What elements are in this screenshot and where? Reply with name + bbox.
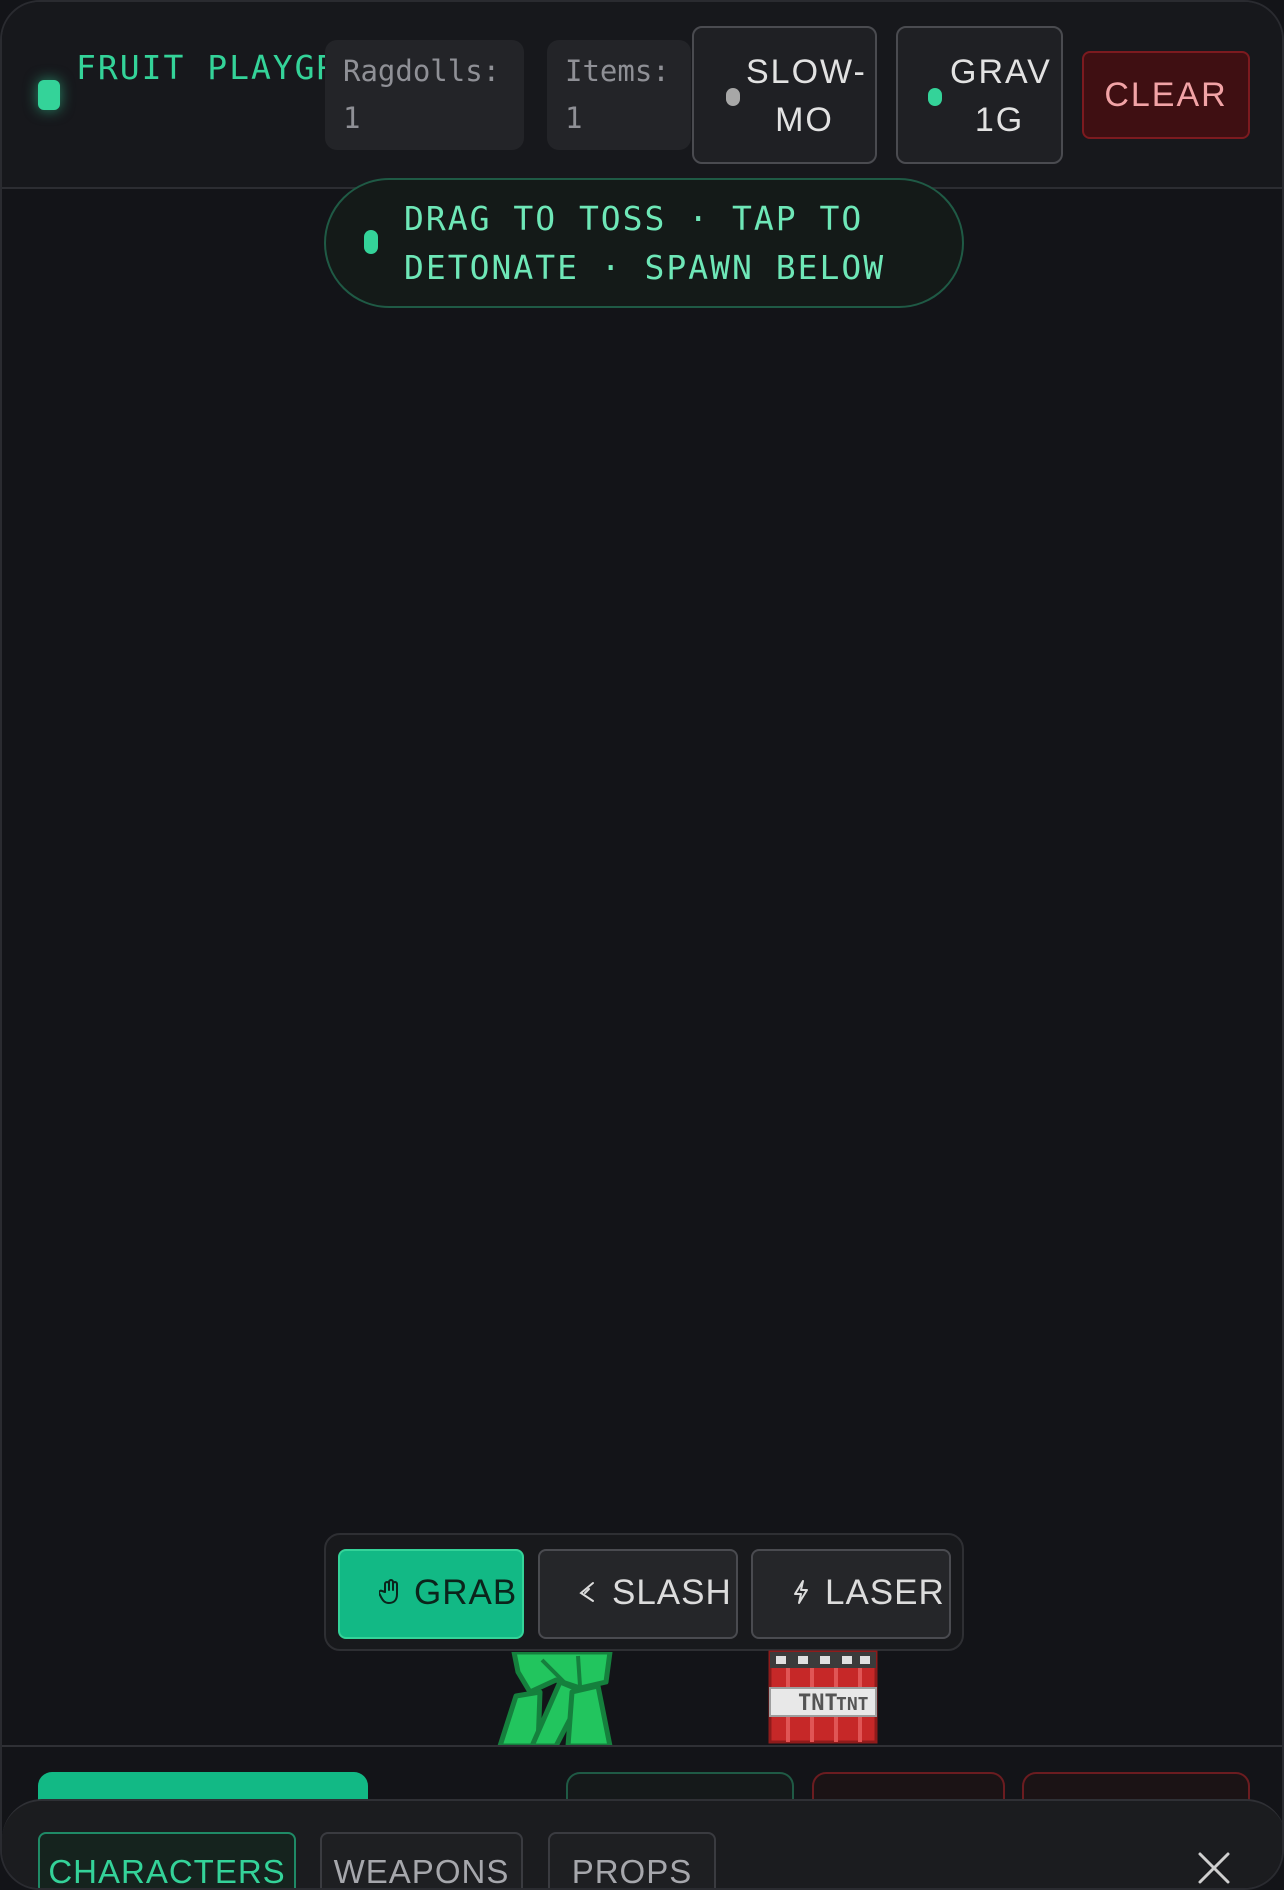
items-counter: Items: 1 [547, 40, 691, 150]
ragdolls-counter: Ragdolls: 1 [325, 40, 524, 150]
tool-slash-button[interactable]: SLASH [538, 1549, 738, 1639]
tool-grab-label: GRAB [414, 1573, 518, 1612]
items-label: Items: [565, 54, 670, 88]
tool-bar: GRAB SLASH LASER [324, 1533, 964, 1651]
clear-button[interactable]: CLEAR [1082, 51, 1250, 139]
ragdolls-value: 1 [343, 101, 361, 135]
tnt-label: TNT [798, 1691, 838, 1716]
hand-icon [376, 1579, 404, 1609]
tnt-block[interactable]: TNT TNT [768, 1650, 878, 1744]
tab-characters[interactable]: CHARACTERS [38, 1832, 296, 1888]
close-icon[interactable] [1194, 1850, 1234, 1888]
tnt-label-2: TNT [836, 1694, 869, 1715]
status-led-icon [38, 80, 60, 110]
game-frame: FRUIT PLAYGROUND Ragdolls: 1 Items: 1 SL… [0, 0, 1284, 1890]
hint-pill: DRAG TO TOSS · TAP TO DETONATE · SPAWN B… [324, 178, 964, 308]
slash-icon [574, 1579, 602, 1609]
gravity-toggle[interactable]: GRAV 1G [896, 26, 1063, 164]
fruit-ragdoll[interactable] [460, 1649, 650, 1749]
slowmo-toggle[interactable]: SLOW-MO [692, 26, 877, 164]
hint-text: DRAG TO TOSS · TAP TO DETONATE · SPAWN B… [404, 199, 886, 287]
hint-dot-icon [364, 230, 378, 254]
tab-weapons[interactable]: WEAPONS [320, 1832, 523, 1888]
top-bar: FRUIT PLAYGROUND Ragdolls: 1 Items: 1 SL… [2, 2, 1282, 189]
tool-laser-button[interactable]: LASER [751, 1549, 951, 1639]
tool-laser-label: LASER [825, 1573, 945, 1612]
gravity-label: GRAV 1G [950, 53, 1052, 139]
ragdolls-label: Ragdolls: [343, 54, 501, 88]
tab-props[interactable]: PROPS [548, 1832, 716, 1888]
tool-slash-label: SLASH [612, 1573, 732, 1612]
bolt-icon [787, 1579, 815, 1609]
items-value: 1 [565, 101, 583, 135]
play-area[interactable] [2, 312, 1282, 1522]
tool-grab-button[interactable]: GRAB [338, 1549, 524, 1639]
gravity-indicator-icon [928, 88, 942, 106]
slowmo-label: SLOW-MO [746, 53, 867, 139]
slowmo-indicator-icon [726, 88, 740, 106]
